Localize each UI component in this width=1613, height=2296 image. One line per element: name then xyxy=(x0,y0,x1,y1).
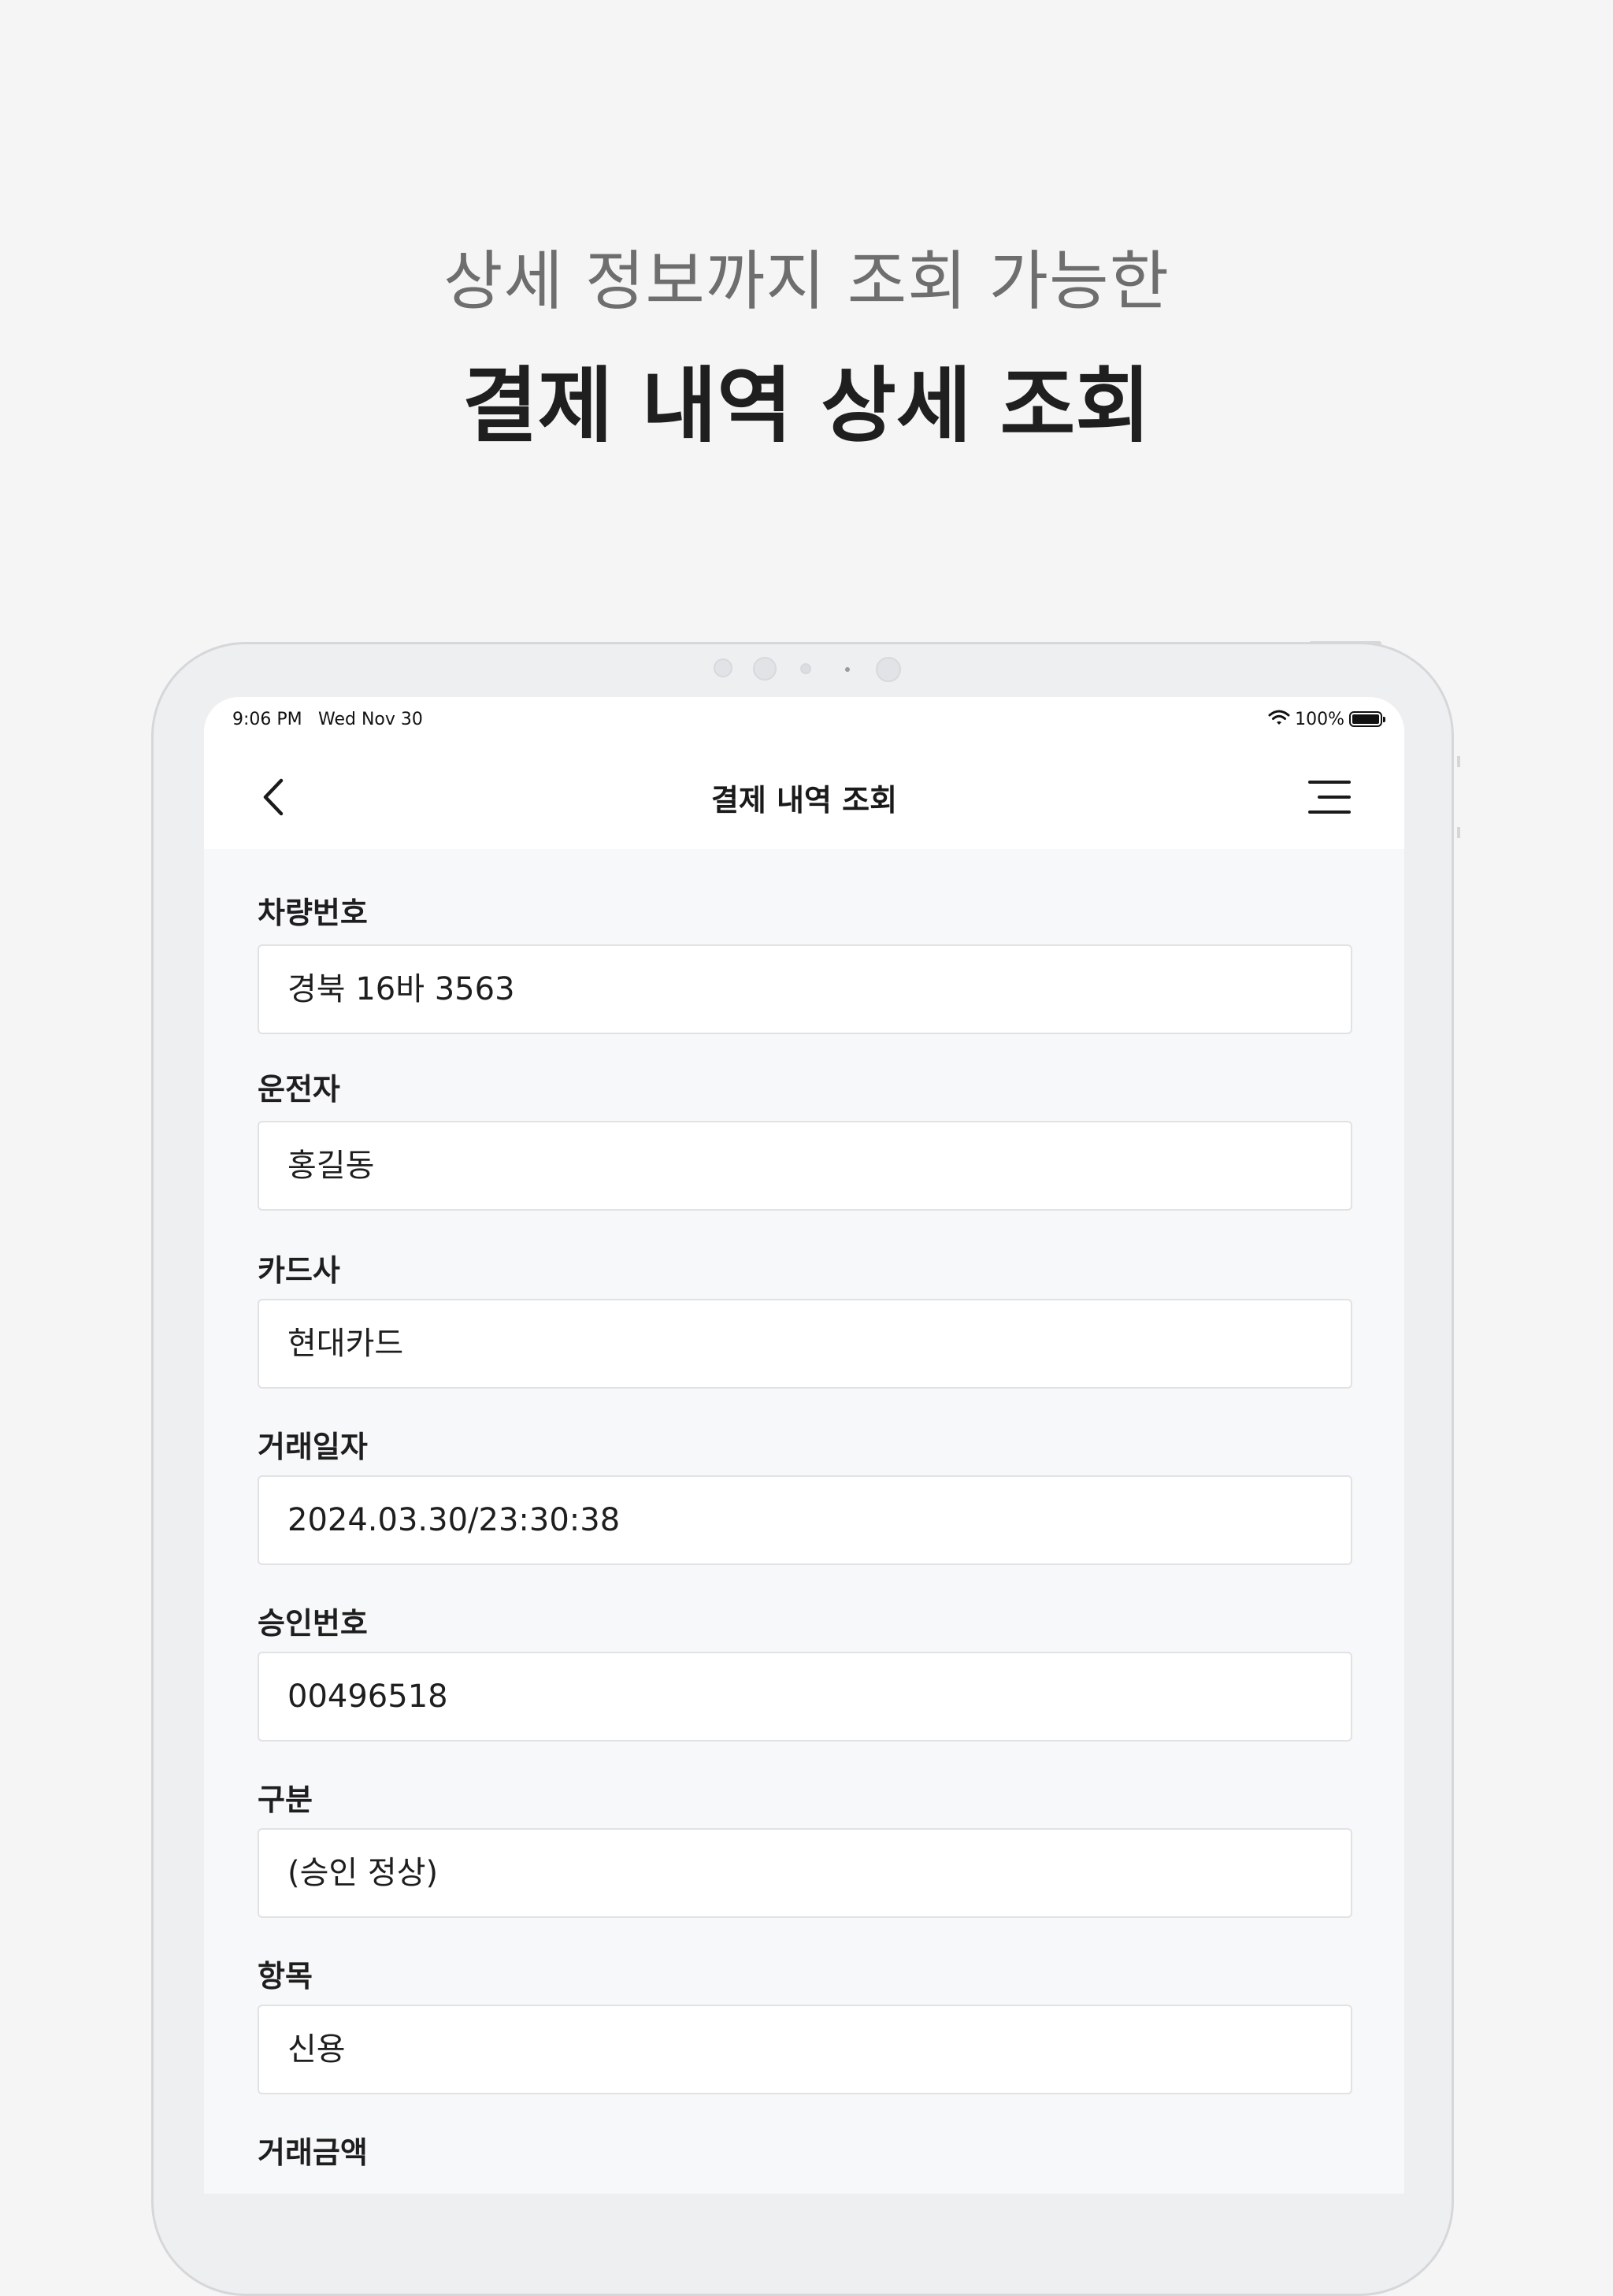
field-label: 카드사 xyxy=(258,1253,340,1288)
promo-subtitle: 상세 정보까지 조회 가능한 xyxy=(443,244,1170,319)
camera-lens xyxy=(876,657,901,682)
battery-level xyxy=(1352,714,1379,724)
field-label: 승인번호 xyxy=(258,1606,368,1641)
vehicle-number-field[interactable]: 경북 16바 3563 xyxy=(258,944,1352,1034)
status-date: Wed Nov 30 xyxy=(318,710,423,729)
field-vehicle-number: 차량번호 경북 16바 3563 xyxy=(258,891,1352,1034)
field-label: 항목 xyxy=(258,1959,313,1994)
battery-cap xyxy=(1383,717,1385,722)
app-screen: 9:06 PM Wed Nov 30 100% 결제 내역 조회 차량번호 경북… xyxy=(204,697,1404,2194)
field-label: 구분 xyxy=(258,1782,313,1817)
device-side-button xyxy=(1457,756,1460,767)
battery-percent: 100% xyxy=(1295,709,1344,729)
menu-icon xyxy=(1308,781,1351,814)
category-field[interactable]: (승인 정상) xyxy=(258,1828,1352,1918)
camera-sensor xyxy=(800,663,811,674)
camera-dot xyxy=(845,667,850,672)
wifi-icon xyxy=(1268,709,1290,729)
camera-sensor xyxy=(714,658,732,677)
driver-field[interactable]: 홍길동 xyxy=(258,1121,1352,1211)
page-title: 결제 내역 조회 xyxy=(710,783,898,818)
field-label: 차량번호 xyxy=(258,896,368,930)
menu-button[interactable] xyxy=(1303,773,1357,823)
camera-lens xyxy=(753,657,777,681)
approval-number-field[interactable]: 00496518 xyxy=(258,1652,1352,1741)
field-approval-number: 승인번호 00496518 xyxy=(258,1601,1352,1741)
status-time: 9:06 PM xyxy=(232,710,302,729)
field-driver: 운전자 홍길동 xyxy=(258,1067,1352,1211)
battery-icon xyxy=(1349,711,1385,727)
card-company-field[interactable]: 현대카드 xyxy=(258,1299,1352,1389)
field-category: 구분 (승인 정상) xyxy=(258,1778,1352,1918)
app-header: 9:06 PM Wed Nov 30 100% 결제 내역 조회 xyxy=(204,697,1404,849)
field-item: 항목 신용 xyxy=(258,1954,1352,2094)
field-transaction-amount: 거래금액 xyxy=(258,2131,1352,2175)
item-field[interactable]: 신용 xyxy=(258,2005,1352,2094)
field-card-company: 카드사 현대카드 xyxy=(258,1248,1352,1389)
status-indicators: 100% xyxy=(1268,708,1385,730)
field-label: 운전자 xyxy=(258,1072,340,1107)
field-label: 거래금액 xyxy=(258,2135,368,2170)
promo-title: 결제 내역 상세 조회 xyxy=(462,358,1151,454)
device-side-button xyxy=(1457,827,1460,838)
field-label: 거래일자 xyxy=(258,1430,368,1464)
transaction-date-field[interactable]: 2024.03.30/23:30:38 xyxy=(258,1475,1352,1565)
field-transaction-date: 거래일자 2024.03.30/23:30:38 xyxy=(258,1425,1352,1565)
